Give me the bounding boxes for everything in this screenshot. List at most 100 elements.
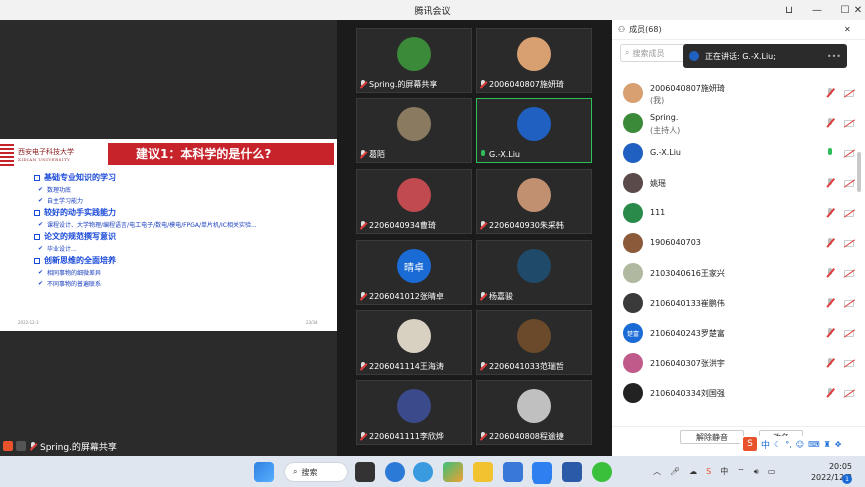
member-row[interactable]: 2106040133崔鹏伟	[612, 288, 865, 318]
photos-icon[interactable]	[443, 462, 463, 482]
camera-off-icon[interactable]	[844, 89, 854, 97]
member-row[interactable]: 1906040703	[612, 228, 865, 258]
member-avatar: 楚富	[623, 323, 643, 343]
mic-muted-icon[interactable]	[826, 328, 834, 338]
camera-off-icon[interactable]	[844, 239, 854, 247]
camera-off-icon[interactable]	[844, 299, 854, 307]
window-title: 腾讯会议	[414, 6, 451, 17]
camera-off-icon[interactable]	[844, 119, 854, 127]
wechat-icon[interactable]	[592, 462, 612, 482]
mic-muted-icon[interactable]	[826, 208, 834, 218]
word-icon[interactable]	[562, 462, 582, 482]
sogou-icon[interactable]: S	[743, 437, 757, 451]
microphone-icon[interactable]: 🎤︎	[670, 467, 680, 476]
mic-muted-icon[interactable]	[826, 388, 834, 398]
mic-muted-icon	[359, 291, 367, 301]
participant-avatar	[517, 37, 551, 71]
mic-on-icon[interactable]	[826, 148, 834, 158]
video-tile[interactable]: 2006040807施妍琦	[476, 28, 592, 93]
pin-icon[interactable]: ⊔	[775, 0, 803, 20]
screen-icon	[16, 441, 26, 451]
mic-muted-icon[interactable]	[826, 118, 834, 128]
skin-icon[interactable]: ♜	[824, 440, 831, 449]
video-tile[interactable]: 葛陌	[356, 98, 472, 163]
member-row[interactable]: 111	[612, 198, 865, 228]
video-tile[interactable]: 晴卓 2206041012张晴卓	[356, 240, 472, 305]
member-row[interactable]: 姚瑶	[612, 168, 865, 198]
video-tile[interactable]: 杨嘉骏	[476, 240, 592, 305]
cloud-icon[interactable]: ☁	[689, 467, 697, 476]
video-tile[interactable]: 2206041114王海涛	[356, 310, 472, 375]
emoji-icon[interactable]: ☺	[796, 440, 804, 449]
participant-name: 杨嘉骏	[479, 290, 513, 302]
camera-off-icon[interactable]	[844, 269, 854, 277]
mic-muted-icon[interactable]	[826, 178, 834, 188]
sub-bullet: ✔ 自主学习能力	[38, 197, 84, 205]
member-row[interactable]: 2006040807施妍琦 (我)	[612, 78, 865, 108]
mic-muted-icon[interactable]	[826, 88, 834, 98]
mic-muted-icon[interactable]	[826, 358, 834, 368]
people-icon: ⚇	[618, 25, 626, 34]
file-explorer-icon[interactable]	[473, 462, 493, 482]
member-row[interactable]: 2103040616王家兴	[612, 258, 865, 288]
tray-ime-icon[interactable]: 中	[720, 466, 728, 477]
scrollbar[interactable]	[857, 152, 861, 192]
battery-icon[interactable]: ▭	[768, 467, 776, 476]
edge-browser-icon[interactable]	[413, 462, 433, 482]
task-view-icon[interactable]	[355, 462, 375, 482]
video-tile[interactable]: Spring.的屏幕共享	[356, 28, 472, 93]
video-tile[interactable]: 2206041111李欣烨	[356, 380, 472, 445]
more-icon[interactable]: •••	[827, 52, 841, 61]
member-row[interactable]: 2106040334刘国强	[612, 378, 865, 408]
participant-avatar	[397, 107, 431, 141]
member-role: (我)	[650, 96, 665, 105]
sogou-tray-icon[interactable]: S	[706, 467, 711, 476]
close-panel-icon[interactable]: ✕	[844, 25, 851, 34]
member-row[interactable]: 2106040307张洪宇	[612, 348, 865, 378]
mail-icon[interactable]	[503, 462, 523, 482]
mic-muted-icon[interactable]	[826, 268, 834, 278]
member-avatar	[623, 233, 643, 253]
mic-muted-icon	[359, 79, 367, 89]
volume-icon[interactable]: 🔊︎	[754, 467, 759, 477]
member-row[interactable]: Spring. (主持人)	[612, 108, 865, 138]
camera-off-icon[interactable]	[844, 149, 854, 157]
mic-muted-icon[interactable]	[826, 298, 834, 308]
video-tile[interactable]: 2206041033范瑞哲	[476, 310, 592, 375]
keyboard-icon[interactable]: ⌨	[808, 440, 820, 449]
taskbar-search[interactable]: ⌕ 搜索	[284, 462, 348, 482]
ime-mode[interactable]: 中	[761, 438, 770, 451]
member-name: 2106040133崔鹏伟	[650, 299, 725, 308]
camera-off-icon[interactable]	[844, 359, 854, 367]
video-tile[interactable]: G.-X.Liu	[476, 98, 592, 163]
mic-muted-icon[interactable]	[826, 238, 834, 248]
video-tile[interactable]: 2206040930朱采韩	[476, 169, 592, 234]
camera-off-icon[interactable]	[844, 179, 854, 187]
member-row[interactable]: 楚富 2106040243罗楚富	[612, 318, 865, 348]
video-tile[interactable]: 2206040934曹琦	[356, 169, 472, 234]
toolbox-icon[interactable]: ✥	[835, 440, 842, 449]
chevron-up-icon[interactable]: ︿	[653, 466, 661, 477]
clock-time: 20:05	[828, 462, 852, 471]
video-tile[interactable]: 2206040808程逾捷	[476, 380, 592, 445]
member-name: 2106040334刘国强	[650, 389, 725, 398]
participant-name: 葛陌	[359, 148, 385, 160]
member-name: Spring.	[650, 113, 679, 122]
participant-name: 2206040934曹琦	[359, 219, 436, 231]
start-icon[interactable]	[254, 462, 274, 482]
close-button[interactable]: ✕	[851, 0, 865, 20]
member-row[interactable]: G.-X.Liu	[612, 138, 865, 168]
unmute-all-button[interactable]: 解除静音	[680, 430, 744, 444]
camera-off-icon[interactable]	[844, 329, 854, 337]
camera-off-icon[interactable]	[844, 209, 854, 217]
minimize-button[interactable]: —	[803, 0, 831, 20]
punctuation-icon[interactable]: °,	[785, 440, 792, 449]
wifi-icon[interactable]: ⌔	[737, 467, 745, 477]
mic-muted-icon	[479, 291, 487, 301]
camera-off-icon[interactable]	[844, 389, 854, 397]
bullet: 较好的动手实践能力	[34, 206, 257, 219]
moon-icon[interactable]: ☾	[774, 440, 781, 449]
tencent-meeting-icon[interactable]	[532, 462, 552, 482]
notification-badge[interactable]: 1	[842, 474, 852, 484]
edge-icon[interactable]	[385, 462, 405, 482]
